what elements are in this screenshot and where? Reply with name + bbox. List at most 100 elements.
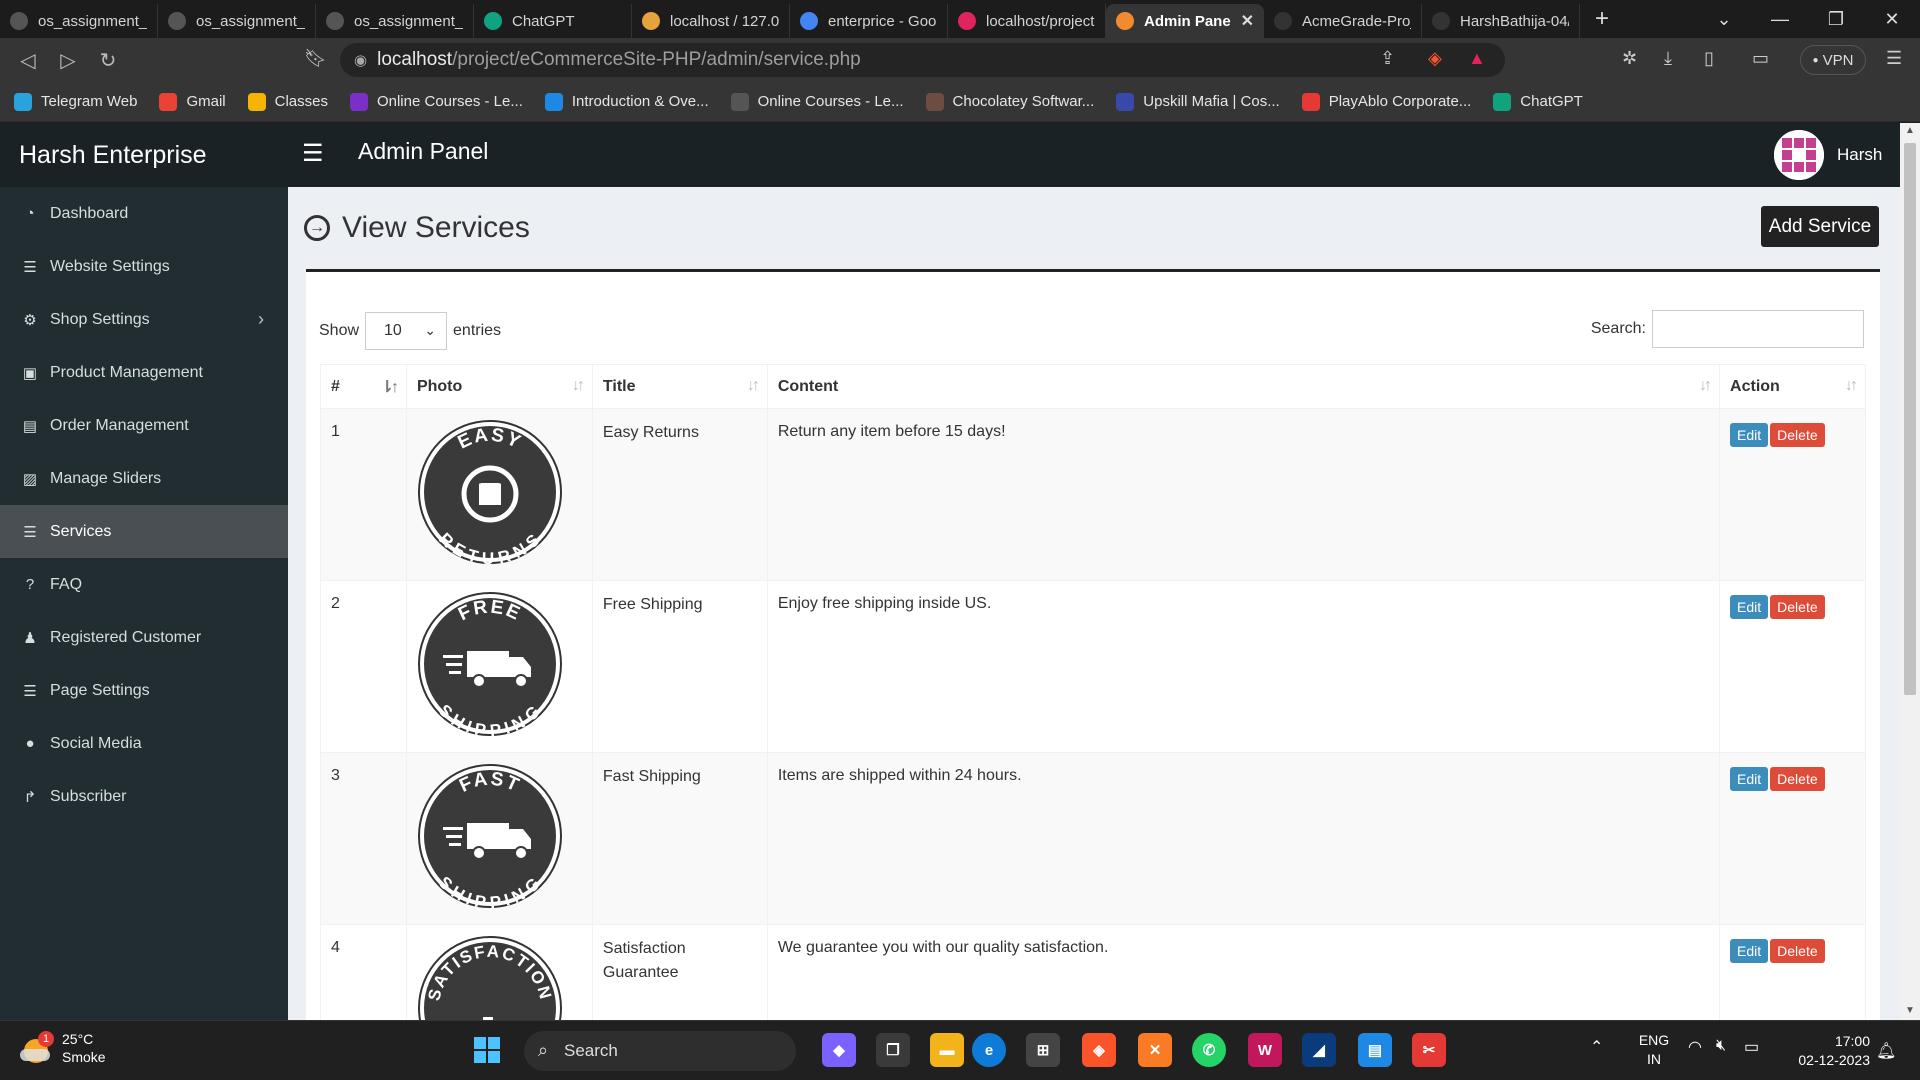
forward-icon[interactable]: ▷ [48,48,88,73]
sidebar-item-dashboard[interactable]: ◔ Dashboard [0,187,288,240]
new-tab-icon[interactable]: + [1580,5,1624,33]
brave-icon[interactable]: ◈ [1082,1033,1116,1067]
reload-icon[interactable]: ↻ [88,48,128,73]
notepad-icon[interactable]: ▤ [1358,1033,1392,1067]
browser-tab[interactable]: HarshBathija-04/ [1422,4,1580,38]
bookmark-item[interactable]: Online Courses - Le... [349,92,523,111]
tray-chevron-up-icon[interactable]: ⌃ [1590,1037,1603,1057]
windows-start-icon[interactable] [470,1033,504,1067]
browser-tab[interactable]: localhost/project [948,4,1106,38]
page-scrollbar[interactable]: ▲ ▼ [1900,123,1920,1020]
browser-tab[interactable]: localhost / 127.0 [632,4,790,38]
back-icon[interactable]: ◁ [8,48,48,73]
share-icon[interactable]: ⇪ [1380,48,1395,69]
brave-rewards-icon[interactable]: ▲ [1468,48,1486,69]
brave-shield-icon[interactable]: ◈ [1428,48,1442,69]
delete-button[interactable]: Delete [1770,939,1825,963]
clock[interactable]: 17:00 02-12-2023 [1790,1032,1870,1070]
battery-icon[interactable]: ▭ [1744,1037,1759,1057]
restore-icon[interactable]: ❐ [1808,0,1864,38]
app-w-icon[interactable]: W [1248,1033,1282,1067]
weather-widget[interactable]: 1 25°C Smoke [20,1030,106,1066]
delete-button[interactable]: Delete [1770,767,1825,791]
user-avatar[interactable] [1774,130,1824,180]
close-window-icon[interactable]: ✕ [1864,0,1920,38]
volume-muted-icon[interactable]: 🔇︎ [1716,1037,1726,1055]
browser-tab[interactable]: ChatGPT [474,4,632,38]
sidebar-item-order-management[interactable]: ▤ Order Management [0,399,288,452]
tab-close-icon[interactable]: ✕ [1241,11,1254,31]
snipping-tool-icon[interactable]: ✂ [1412,1033,1446,1067]
browser-tab[interactable]: os_assignment_4 [0,4,158,38]
url-input[interactable]: ◉ localhost/project/eCommerceSite-PHP/ad… [340,43,1505,77]
whatsapp-icon[interactable]: ✆ [1192,1033,1226,1067]
bookmark-item[interactable]: Gmail [159,92,226,111]
bookmark-item[interactable]: Online Courses - Le... [730,92,904,111]
bookmark-item[interactable]: Chocolatey Softwar... [925,92,1094,111]
edge-icon[interactable]: e [972,1033,1006,1067]
task-view-icon[interactable]: ❐ [876,1033,910,1067]
column-header-number[interactable]: # ⇂↑ [320,364,407,409]
sidebar-toggle-icon[interactable]: ▯ [1704,48,1714,69]
browser-tab[interactable]: os_assignment_3 [316,4,474,38]
wallet-icon[interactable]: ▭ [1752,48,1769,69]
bookmark-icon[interactable]: 🔖︎ [304,48,327,69]
bookmark-item[interactable]: Upskill Mafia | Cos... [1116,92,1280,111]
sidebar-item-page-settings[interactable]: ☰ Page Settings [0,664,288,717]
sidebar-item-product-management[interactable]: ▣ Product Management [0,346,288,399]
browser-tab[interactable]: Admin Pane ✕ [1106,4,1264,38]
hamburger-menu-icon[interactable]: ☰ [302,139,324,168]
delete-button[interactable]: Delete [1770,423,1825,447]
column-header-title[interactable]: Title ↓↑ [591,364,768,409]
bookmark-item[interactable]: ChatGPT [1493,92,1583,111]
downloads-icon[interactable]: ⤓ [1664,48,1672,69]
edit-button[interactable]: Edit [1730,423,1769,447]
edit-button[interactable]: Edit [1730,939,1769,963]
taskbar-search[interactable]: ⌕ Search [524,1031,796,1071]
bookmark-item[interactable]: PlayAblo Corporate... [1301,92,1471,111]
store-icon[interactable]: ⊞ [1026,1033,1060,1067]
notification-bell-icon[interactable]: 🔔︎ [1876,1041,1896,1061]
browser-tab[interactable]: enterprice - Goo [790,4,948,38]
sidebar-item-label: Page Settings [50,681,150,699]
scroll-down-icon[interactable]: ▼ [1905,1005,1915,1016]
scrollbar-thumb[interactable] [1904,143,1916,695]
copilot-icon[interactable]: ◆ [822,1033,856,1067]
sidebar-item-registered-customer[interactable]: ♟ Registered Customer [0,611,288,664]
site-info-icon[interactable]: ◉ [354,51,367,69]
column-header-action[interactable]: Action ↓↑ [1719,364,1866,409]
column-header-content[interactable]: Content ↓↑ [766,364,1721,409]
xampp-icon[interactable]: ✕ [1138,1033,1172,1067]
menu-icon[interactable]: ☰ [1886,48,1902,69]
bookmark-item[interactable]: Introduction & Ove... [544,92,709,111]
sidebar-item-social-media[interactable]: ● Social Media [0,717,288,770]
search-input[interactable] [1652,310,1864,348]
username-label[interactable]: Harsh [1837,145,1882,165]
scroll-up-icon[interactable]: ▲ [1905,125,1915,136]
delete-button[interactable]: Delete [1770,595,1825,619]
column-header-photo[interactable]: Photo ↓↑ [405,364,593,409]
entries-select[interactable]: 10 ⌄ [365,312,448,350]
bookmark-item[interactable]: Telegram Web [14,92,137,111]
browser-tab[interactable]: os_assignment_3 [158,4,316,38]
vpn-button[interactable]: ● VPN [1800,45,1866,75]
bookmark-item[interactable]: Classes [247,92,328,111]
minimize-icon[interactable]: — [1752,0,1808,38]
sidebar-item-shop-settings[interactable]: ⚙ Shop Settings › [0,293,288,346]
add-service-button[interactable]: Add Service [1761,206,1879,247]
brand-logo[interactable]: Harsh Enterprise [0,123,288,187]
edit-button[interactable]: Edit [1730,595,1769,619]
edit-button[interactable]: Edit [1730,767,1769,791]
sidebar-item-manage-sliders[interactable]: ▨ Manage Sliders [0,452,288,505]
browser-tab[interactable]: AcmeGrade-Proj [1264,4,1422,38]
vs-code-icon[interactable]: ◢ [1302,1033,1336,1067]
sidebar-item-subscriber[interactable]: ↱ Subscriber [0,770,288,823]
sidebar-item-services[interactable]: ☰ Services [0,505,288,558]
wifi-icon[interactable]: ◠ [1688,1037,1702,1057]
sidebar-item-faq[interactable]: ? FAQ [0,558,288,611]
file-explorer-icon[interactable]: ▬ [930,1033,964,1067]
language-indicator[interactable]: ENG IN [1634,1031,1674,1069]
tab-search-icon[interactable]: ⌄ [1696,0,1752,38]
extensions-icon[interactable]: ✲ [1622,48,1637,69]
sidebar-item-website-settings[interactable]: ☰ Website Settings [0,240,288,293]
